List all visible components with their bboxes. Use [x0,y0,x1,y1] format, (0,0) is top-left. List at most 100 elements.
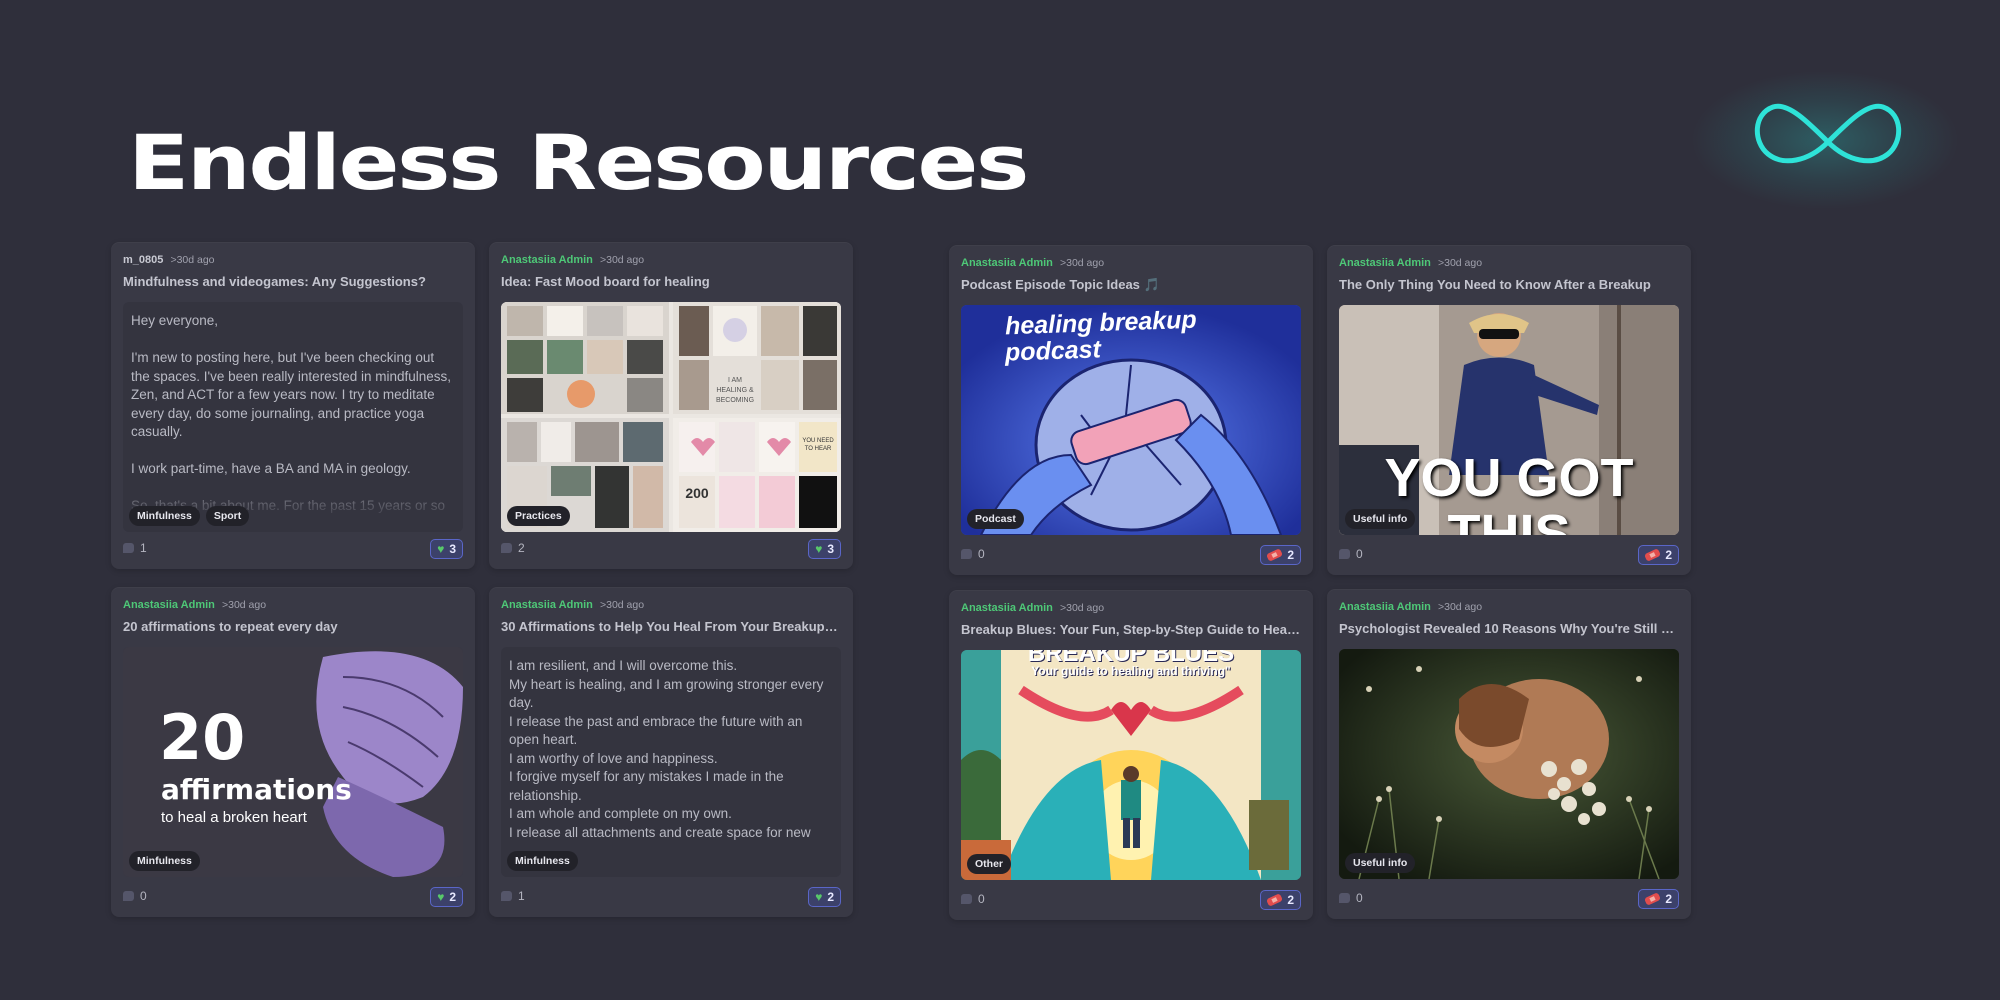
comment-count[interactable]: 0 [1339,547,1363,561]
post-image[interactable]: YOU GOT THIS Useful info [1339,305,1679,535]
comment-count-value: 0 [140,889,147,903]
post-time: >30d ago [1059,602,1105,614]
tag-list: Minfulness Sport [129,506,250,526]
image-number: 20 [159,701,246,774]
comment-count-value: 1 [140,541,147,555]
chat-bubble-icon [123,891,134,901]
post-title[interactable]: Mindfulness and videogames: Any Suggesti… [123,274,463,289]
post-title[interactable]: The Only Thing You Need to Know After a … [1339,277,1679,292]
comment-count-value: 1 [518,889,525,903]
author-name[interactable]: Anastasiia Admin [123,599,215,611]
comment-count[interactable]: 0 [123,889,147,903]
author-name[interactable]: Anastasiia Admin [501,254,593,266]
post-card[interactable]: Anastasiia Admin >30d ago Breakup Blues:… [949,590,1313,920]
post-card[interactable]: Anastasiia Admin >30d ago 30 Affirmation… [489,587,853,917]
post-time: >30d ago [221,599,267,611]
reaction-button[interactable]: ♥ 2 [430,887,463,907]
author-name[interactable]: Anastasiia Admin [501,599,593,611]
svg-text:HEALING &: HEALING & [716,387,754,394]
post-card[interactable]: Anastasiia Admin >30d ago Idea: Fast Moo… [489,242,853,569]
comment-count-value: 0 [978,892,985,906]
chat-bubble-icon [1339,549,1350,559]
comment-count[interactable]: 2 [501,541,525,555]
reaction-count: 2 [1665,548,1672,562]
svg-text:200: 200 [685,485,709,501]
post-meta: Anastasiia Admin >30d ago [961,602,1104,614]
post-image[interactable]: 20 affirmations to heal a broken heart M… [123,647,463,877]
moodboard-image: I AM HEALING & BECOMING YOU NEED TO HEAR… [501,302,841,532]
reaction-button[interactable]: 2 [1260,890,1301,910]
svg-text:YOU NEED: YOU NEED [802,438,834,444]
reaction-button[interactable]: 2 [1638,889,1679,909]
tag[interactable]: Practices [507,506,570,526]
tag-list: Minfulness [507,851,578,871]
author-name[interactable]: m_0805 [123,254,163,266]
post-preview[interactable]: I am resilient, and I will overcome this… [501,647,841,877]
post-title[interactable]: Podcast Episode Topic Ideas 🎵 [961,277,1301,293]
chat-bubble-icon [961,549,972,559]
reaction-button[interactable]: 2 [1638,545,1679,565]
post-preview[interactable]: Hey everyone, I'm new to posting here, b… [123,302,463,532]
post-image[interactable]: I AM HEALING & BECOMING YOU NEED TO HEAR… [501,302,841,532]
tag[interactable]: Other [967,854,1012,874]
reaction-button[interactable]: 2 [1260,545,1301,565]
post-time: >30d ago [599,254,645,266]
breakup-blues-cover [961,650,1301,880]
comment-count[interactable]: 0 [1339,891,1363,905]
post-meta: Anastasiia Admin >30d ago [1339,601,1482,613]
post-image[interactable]: BREAKUP BLUES Your guide to healing and … [961,650,1301,880]
post-card[interactable]: Anastasiia Admin >30d ago The Only Thing… [1327,245,1691,575]
reaction-count: 2 [827,890,834,904]
comment-count[interactable]: 0 [961,547,985,561]
green-heart-icon: ♥ [815,890,823,904]
tag-list: Useful info [1345,853,1416,873]
comment-count-value: 0 [978,547,985,561]
page-title: Endless Resources [128,118,1029,207]
post-card[interactable]: Anastasiia Admin >30d ago Podcast Episod… [949,245,1313,575]
green-heart-icon: ♥ [437,890,445,904]
tag[interactable]: Podcast [967,509,1024,529]
tag[interactable]: Minfulness [129,851,200,871]
post-card[interactable]: Anastasiia Admin >30d ago 20 affirmation… [111,587,475,917]
reaction-count: 3 [449,542,456,556]
post-image[interactable]: healing breakup podcast Podcast [961,305,1301,535]
comment-count-value: 0 [1356,547,1363,561]
post-title[interactable]: Psychologist Revealed 10 Reasons Why You… [1339,621,1679,636]
post-meta: Anastasiia Admin >30d ago [123,599,266,611]
reaction-button[interactable]: ♥ 3 [808,539,841,559]
reaction-button[interactable]: ♥ 2 [808,887,841,907]
tag[interactable]: Minfulness [507,851,578,871]
image-subtitle: to heal a broken heart [161,809,307,826]
author-name[interactable]: Anastasiia Admin [1339,257,1431,269]
post-footer: 2 ♥ 3 [501,539,841,559]
chat-bubble-icon [501,891,512,901]
comment-count[interactable]: 0 [961,892,985,906]
post-card[interactable]: m_0805 >30d ago Mindfulness and videogam… [111,242,475,569]
comment-count-value: 0 [1356,891,1363,905]
comment-count[interactable]: 1 [501,889,525,903]
svg-text:TO HEAR: TO HEAR [805,446,832,452]
chat-bubble-icon [123,543,134,553]
author-name[interactable]: Anastasiia Admin [961,257,1053,269]
tag[interactable]: Useful info [1345,509,1416,529]
green-heart-icon: ♥ [437,542,445,556]
post-meta: Anastasiia Admin >30d ago [961,257,1104,269]
comment-count[interactable]: 1 [123,541,147,555]
bandage-icon [1266,893,1284,907]
image-headline: affirmations [161,773,352,806]
post-card[interactable]: Anastasiia Admin >30d ago Psychologist R… [1327,589,1691,919]
tag[interactable]: Minfulness [129,506,200,526]
author-name[interactable]: Anastasiia Admin [961,602,1053,614]
reaction-button[interactable]: ♥ 3 [430,539,463,559]
author-name[interactable]: Anastasiia Admin [1339,601,1431,613]
post-title[interactable]: Breakup Blues: Your Fun, Step-by-Step Gu… [961,622,1301,637]
bandage-icon [1266,548,1284,562]
post-title[interactable]: 20 affirmations to repeat every day [123,619,463,634]
bandage-icon [1644,892,1662,906]
post-title[interactable]: Idea: Fast Mood board for healing [501,274,841,289]
tag[interactable]: Useful info [1345,853,1416,873]
post-image[interactable]: Useful info [1339,649,1679,879]
post-meta: Anastasiia Admin >30d ago [501,254,644,266]
post-title[interactable]: 30 Affirmations to Help You Heal From Yo… [501,619,841,635]
tag[interactable]: Sport [205,506,250,526]
